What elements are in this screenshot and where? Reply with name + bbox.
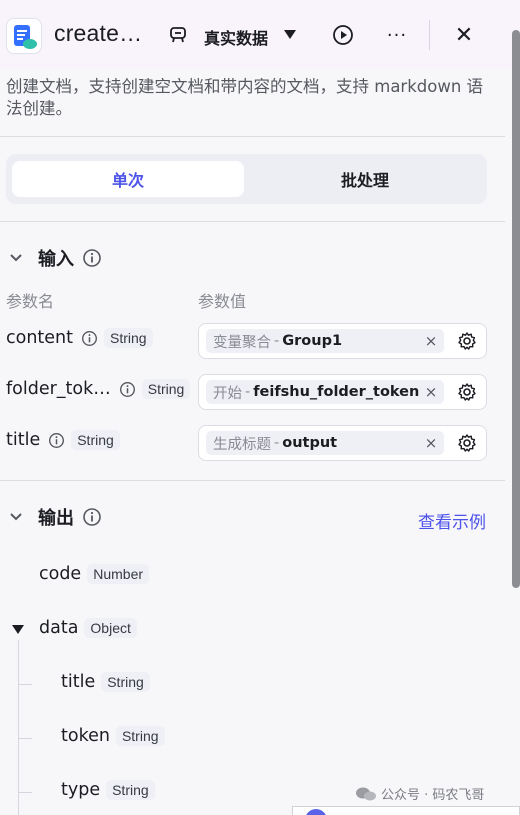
tree-line	[18, 738, 32, 739]
tree-line	[18, 684, 32, 685]
header-divider	[429, 20, 430, 50]
chip-separator: -	[274, 333, 280, 349]
watermark: 公众号 · 码农飞哥	[355, 784, 484, 803]
tab-single[interactable]: 单次	[12, 161, 244, 197]
variable-chip[interactable]: 开始 - feifshu_folder_token	[206, 380, 444, 404]
field-name: data	[39, 618, 79, 638]
type-tag: String	[106, 780, 155, 800]
chip-source: 生成标题	[213, 436, 271, 453]
output-field: title String	[61, 672, 150, 692]
clear-icon[interactable]: ×	[421, 379, 441, 405]
gear-icon[interactable]	[457, 331, 477, 351]
gear-icon[interactable]	[457, 433, 477, 453]
field-name: type	[61, 780, 101, 800]
param-row-label: content String	[6, 328, 153, 348]
tree-line	[18, 640, 19, 815]
field-name: code	[39, 564, 82, 584]
close-icon[interactable]: ✕	[451, 22, 477, 48]
divider	[0, 480, 505, 481]
tab-batch[interactable]: 批处理	[249, 161, 481, 197]
scrollbar[interactable]	[512, 30, 520, 588]
column-header-name: 参数名	[6, 292, 55, 311]
type-tag: String	[101, 672, 150, 692]
info-icon[interactable]	[119, 381, 136, 398]
chip-variable: feifshu_folder_token	[253, 384, 420, 400]
chip-separator: -	[245, 384, 251, 400]
doc-app-icon	[6, 18, 42, 54]
more-icon[interactable]: ···	[384, 22, 410, 48]
chip-variable: Group1	[282, 333, 343, 349]
dataset-select[interactable]: 真实数据	[204, 25, 268, 49]
input-section-header: 输入	[6, 245, 102, 271]
tree-line	[18, 792, 32, 793]
output-section-title: 输出	[38, 508, 74, 529]
output-field: type String	[61, 780, 155, 800]
param-value-field[interactable]: 生成标题 - output ×	[198, 425, 487, 461]
info-icon[interactable]	[82, 507, 102, 527]
type-tag: String	[115, 726, 165, 746]
output-field: token String	[61, 726, 165, 746]
overlay-card	[292, 806, 520, 815]
mode-tabs: 单次 批处理	[6, 154, 487, 204]
chip-source: 开始	[213, 385, 242, 402]
type-tag: String	[141, 379, 191, 399]
output-section-header: 输出	[6, 504, 102, 530]
collapse-toggle[interactable]	[12, 625, 24, 634]
info-icon[interactable]	[81, 330, 98, 347]
variable-chip[interactable]: 变量聚合 - Group1	[206, 329, 444, 353]
type-tag: String	[71, 430, 120, 450]
watermark-text: 公众号 · 码农飞哥	[381, 788, 485, 803]
wechat-icon	[356, 787, 376, 800]
param-name: title	[6, 430, 41, 450]
info-icon[interactable]	[48, 432, 65, 449]
output-field: code Number	[39, 564, 150, 584]
chevron-down-icon[interactable]	[284, 30, 296, 39]
clear-icon[interactable]: ×	[421, 430, 441, 456]
param-row-label: folder_tok… String	[6, 379, 191, 399]
info-icon[interactable]	[82, 248, 102, 268]
field-name: token	[61, 726, 110, 746]
node-title: create…	[54, 20, 143, 46]
chip-source: 变量聚合	[213, 334, 271, 351]
dataset-icon[interactable]	[166, 23, 190, 47]
chip-separator: -	[274, 435, 280, 451]
divider	[0, 136, 505, 137]
chevron-down-icon[interactable]	[6, 507, 26, 527]
run-icon[interactable]	[330, 22, 356, 48]
param-name: content	[6, 328, 74, 348]
input-section-title: 输入	[38, 249, 74, 270]
field-name: title	[61, 672, 96, 692]
param-value-field[interactable]: 变量聚合 - Group1 ×	[198, 323, 487, 359]
type-tag: Number	[87, 564, 150, 584]
divider	[0, 221, 505, 222]
clear-icon[interactable]: ×	[421, 328, 441, 354]
variable-chip[interactable]: 生成标题 - output	[206, 431, 444, 455]
type-tag: String	[104, 328, 153, 348]
param-name: folder_tok…	[6, 379, 111, 399]
chip-variable: output	[282, 435, 338, 451]
view-example-link[interactable]: 查看示例	[418, 508, 486, 533]
column-header-value: 参数值	[198, 292, 247, 311]
output-field: data Object	[39, 618, 137, 638]
param-row-label: title String	[6, 430, 120, 450]
gear-icon[interactable]	[457, 382, 477, 402]
type-tag: Object	[84, 618, 137, 638]
chevron-down-icon[interactable]	[6, 248, 26, 268]
param-value-field[interactable]: 开始 - feifshu_folder_token ×	[198, 374, 487, 410]
node-description: 创建文档，支持创建空文档和带内容的文档，支持 markdown 语法创建。	[6, 77, 484, 118]
